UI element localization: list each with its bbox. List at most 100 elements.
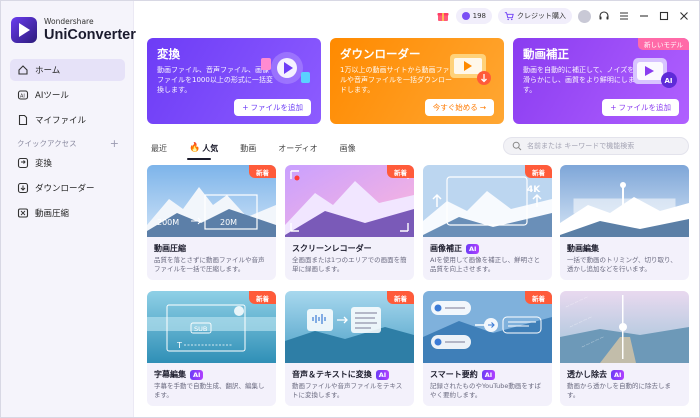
titlebar-actions: 198 クレジット購入 <box>436 7 691 25</box>
new-model-badge: 新しいモデル <box>638 38 689 50</box>
convert-illustration-icon <box>261 52 310 84</box>
tab-label: 最近 <box>151 143 167 153</box>
card-title: 動画圧縮 <box>154 244 186 253</box>
gift-icon[interactable] <box>436 9 450 23</box>
maximize-icon[interactable] <box>657 9 671 23</box>
credits-pill[interactable]: 198 <box>455 8 492 24</box>
card-title: 動画編集 <box>567 244 599 253</box>
titlebar: 198 クレジット購入 <box>134 1 699 31</box>
tab-label: オーディオ <box>278 143 318 153</box>
sidebar-item-my-files[interactable]: マイファイル <box>10 109 125 131</box>
sidebar-item-convert[interactable]: 変換 <box>10 152 125 174</box>
compress-from-label: 200M <box>157 218 179 227</box>
add-quick-access-icon[interactable]: + <box>110 137 119 150</box>
close-icon[interactable] <box>677 9 691 23</box>
tab-label: 動画 <box>240 143 257 153</box>
tool-card-image-enhance[interactable]: 4K 新着 画像補正 AI AIを使用して画像を補正し、鮮明さと品質を向上させます… <box>423 165 552 280</box>
tab-recent[interactable]: 最近 <box>151 143 167 154</box>
minimize-icon[interactable] <box>637 9 651 23</box>
active-tab-indicator <box>187 158 211 160</box>
sidebar-item-downloader[interactable]: ダウンローダー <box>10 177 125 199</box>
tab-image[interactable]: 画像 <box>340 143 356 154</box>
start-now-button[interactable]: 今すぐ始める → <box>424 99 494 116</box>
file-icon <box>17 114 29 126</box>
add-file-button[interactable]: + ファイルを追加 <box>234 99 311 116</box>
banner-convert[interactable]: 変換 動画ファイル、音声ファイル、画像ファイルを1000以上の形式に一括変換しま… <box>147 38 321 124</box>
avatar[interactable] <box>578 9 591 23</box>
ai-badge: AI <box>466 243 480 254</box>
card-title: 音声＆テキストに変換 AI <box>292 369 390 380</box>
brand-name: UniConverter <box>44 26 136 43</box>
sidebar-item-label: ダウンローダー <box>35 184 95 194</box>
tool-card-video-compress[interactable]: 200M 20M 新着 動画圧縮 品質を落とさずに動画ファイルや音声ファイルを一… <box>147 165 276 280</box>
start-now-label: 今すぐ始める <box>432 103 478 112</box>
sidebar-item-ai-tools[interactable]: AI AIツール <box>10 84 125 106</box>
compress-icon <box>17 207 29 219</box>
card-desc: 一括で動画のトリミング、切り取り、透かし追加などを行います。 <box>567 256 677 274</box>
card-title: スクリーンレコーダー <box>292 244 372 253</box>
new-badge: 新着 <box>525 291 552 304</box>
app-window: Wondershare UniConverter ホーム AI AIツール マイ… <box>0 0 700 418</box>
subtitle-cursor-label: T <box>176 341 182 350</box>
arrow-right-icon: → <box>479 103 486 112</box>
sidebar-nav: ホーム AI AIツール マイファイル クイックアクセス + 変換 ダウンローダ… <box>10 59 125 227</box>
tab-video[interactable]: 動画 <box>240 143 256 154</box>
ai-icon: AI <box>17 89 29 101</box>
card-desc: 記録されたものやYouTube動画をすばやく要約します。 <box>430 382 541 400</box>
buy-credits-label: クレジット購入 <box>517 12 566 20</box>
search-icon <box>512 141 522 151</box>
app-logo <box>11 17 37 43</box>
ai-badge: AI <box>611 369 625 380</box>
tool-card-screen-recorder[interactable]: 新着 スクリーンレコーダー 全画面または1つのエリアでの画面を簡単に録画します。 <box>285 165 414 280</box>
search-input[interactable] <box>527 142 677 150</box>
sidebar-item-compress[interactable]: 動画圧縮 <box>10 202 125 224</box>
enhance-illustration-icon: AI <box>633 58 677 88</box>
fire-icon: 🔥 <box>189 143 201 153</box>
tool-card-subtitle-edit[interactable]: SUB T 新着 字幕編集 AI 字幕を手動で自動生成、翻訳、編集します。 <box>147 291 276 406</box>
subtitle-tag-label: SUB <box>194 325 207 333</box>
card-title: 字幕編集 AI <box>154 369 204 380</box>
banner-enhance[interactable]: 新しいモデル 動画補正 動画を自動的に補正して、ノイズを滑らかにし、画質をより鮮… <box>513 38 689 124</box>
sidebar-item-label: 動画圧縮 <box>35 209 70 219</box>
banner-title: ダウンローダー <box>340 47 421 61</box>
tab-audio[interactable]: オーディオ <box>278 143 317 154</box>
tool-card-smart-summary[interactable]: 新着 スマート要約 AI 記録されたものやYouTube動画をすばやく要約します。 <box>423 291 552 406</box>
ai-badge: AI <box>190 369 204 380</box>
buy-credits-button[interactable]: クレジット購入 <box>498 8 572 24</box>
menu-icon[interactable] <box>617 9 631 23</box>
add-file-label: ファイルを追加 <box>250 103 304 112</box>
new-badge: 新着 <box>249 165 276 178</box>
card-thumbnail <box>560 165 689 237</box>
svg-text:AI: AI <box>20 93 25 99</box>
plus-icon: + <box>242 103 249 112</box>
card-desc: 字幕を手動で自動生成、翻訳、編集します。 <box>154 382 265 400</box>
ai-badge: AI <box>375 369 390 380</box>
new-badge: 新着 <box>525 165 552 178</box>
search-box[interactable] <box>503 137 689 155</box>
tab-popular[interactable]: 🔥 人気 <box>189 143 218 154</box>
home-icon <box>17 64 29 76</box>
tool-card-video-edit[interactable]: 動画編集 一括で動画のトリミング、切り取り、透かし追加などを行います。 <box>560 165 689 280</box>
tool-card-watermark-remove[interactable]: ~~~~~ ~~~~~ ~~~~~ 透かし除去 AI 動画から透かしを自動的に除去… <box>560 291 689 406</box>
download-illustration-icon <box>450 54 491 85</box>
card-thumbnail: ~~~~~ ~~~~~ ~~~~~ <box>560 291 689 363</box>
new-badge: 新着 <box>249 291 276 304</box>
upscale-label: 4K <box>527 185 541 195</box>
add-file-label: ファイルを追加 <box>618 103 672 112</box>
sidebar-item-label: ホーム <box>35 66 61 76</box>
headset-icon[interactable] <box>597 9 611 23</box>
banner-title: 動画補正 <box>523 47 569 61</box>
sidebar-item-home[interactable]: ホーム <box>10 59 125 81</box>
ai-badge: AI <box>481 369 496 380</box>
tool-card-speech-to-text[interactable]: 新着 音声＆テキストに変換 AI 動画ファイルや音声ファイルをテキストに変換します… <box>285 291 414 406</box>
tab-label: 画像 <box>339 143 356 153</box>
brand-sub: Wondershare <box>44 17 94 26</box>
download-icon <box>17 182 29 194</box>
banner-title: 変換 <box>157 47 180 61</box>
sidebar-item-label: マイファイル <box>35 116 87 126</box>
sidebar-item-label: AIツール <box>35 91 69 101</box>
banner-downloader[interactable]: ダウンローダー 1万以上の動画サイトから動画ファイルや音声ファイルを一括ダウンロ… <box>330 38 504 124</box>
add-file-button[interactable]: + ファイルを追加 <box>602 99 679 116</box>
card-title: 透かし除去 AI <box>567 369 625 380</box>
card-title: スマート要約 AI <box>430 369 496 380</box>
